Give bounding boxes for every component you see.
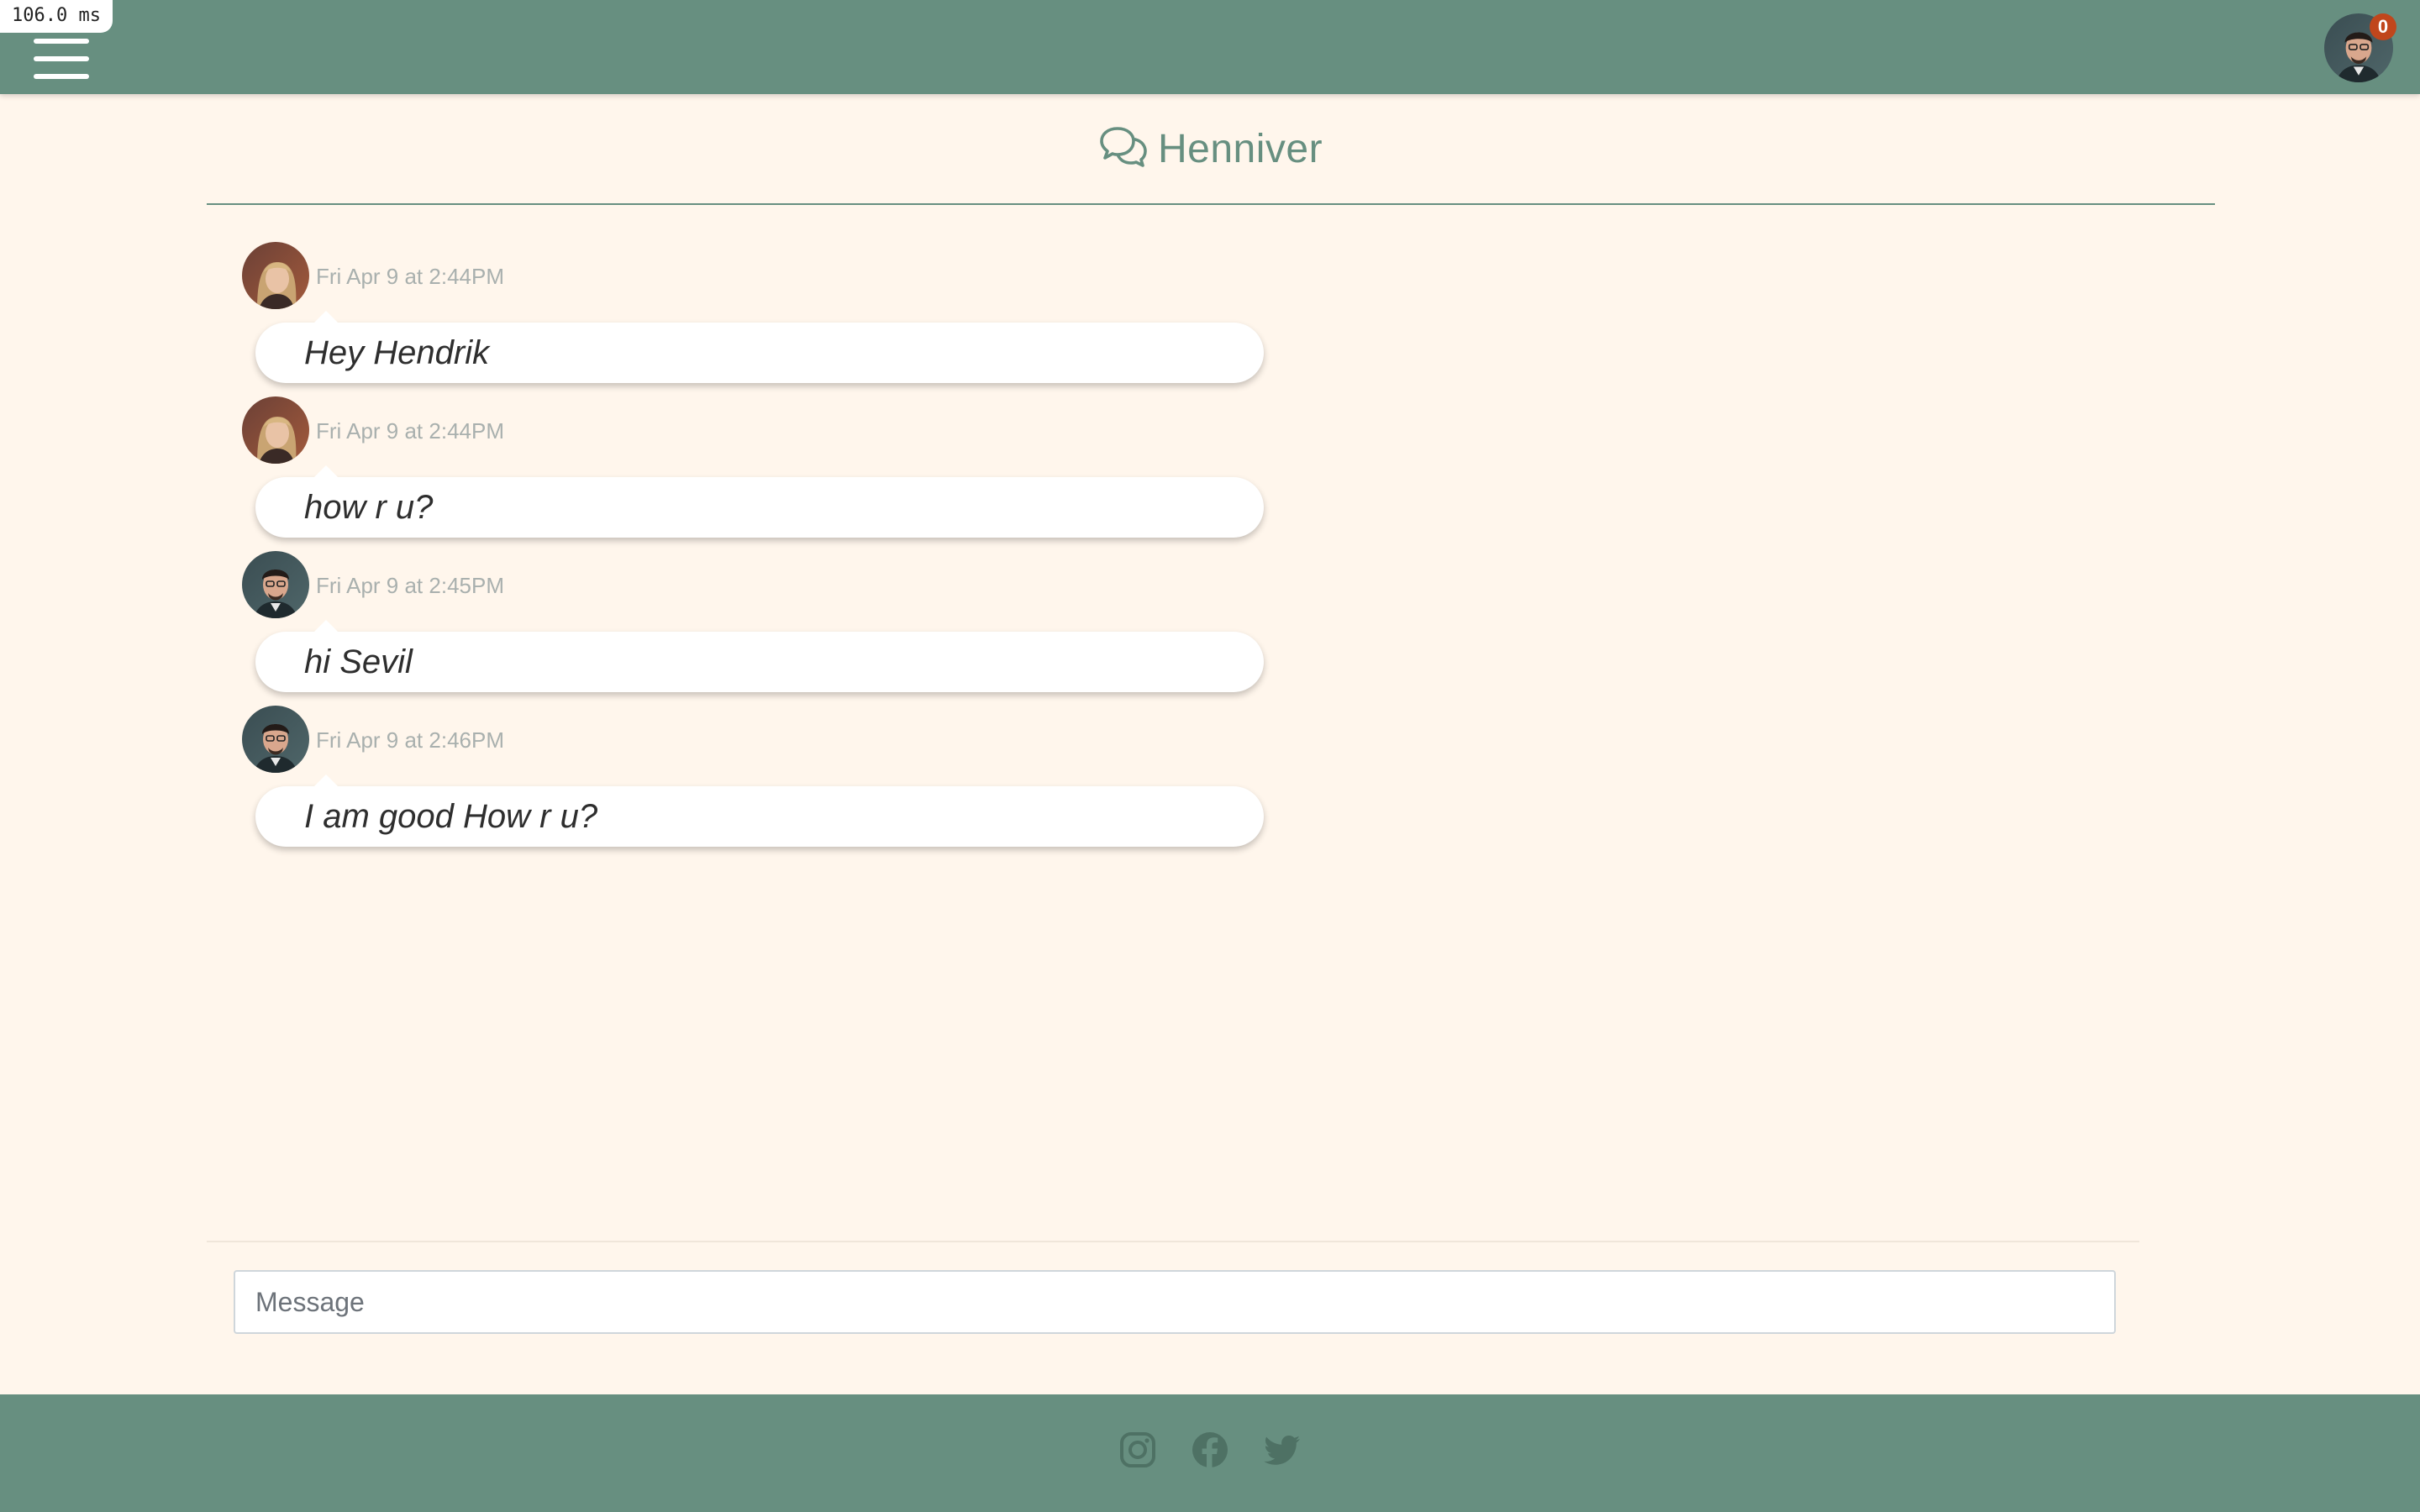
notification-count-badge: 0 <box>2370 13 2396 40</box>
message-bubble: Hey Hendrik <box>255 311 1264 383</box>
message-input[interactable] <box>234 1270 2116 1334</box>
chat-header: Henniver <box>207 94 2215 205</box>
hamburger-menu-icon[interactable] <box>34 39 89 79</box>
top-navigation-bar: 0 <box>0 0 2420 94</box>
message-timestamp: Fri Apr 9 at 2:44PM <box>316 264 504 289</box>
twitter-icon[interactable] <box>1263 1431 1302 1469</box>
sender-avatar <box>242 706 309 773</box>
composer-divider <box>207 1241 2139 1242</box>
message-bubble: how r u? <box>255 465 1264 538</box>
profile-button[interactable]: 0 <box>2324 13 2396 82</box>
performance-timer: 106.0 ms <box>0 0 113 33</box>
chat-title: Henniver <box>1157 126 1323 171</box>
sender-avatar <box>242 396 309 464</box>
facebook-icon[interactable] <box>1191 1431 1229 1469</box>
message-bubble: I am good How r u? <box>255 774 1264 847</box>
sender-avatar <box>242 242 309 309</box>
sender-avatar <box>242 551 309 618</box>
footer <box>0 1394 2420 1512</box>
message-timestamp: Fri Apr 9 at 2:45PM <box>316 573 504 598</box>
message-bubble: hi Sevil <box>255 620 1264 692</box>
message-timestamp: Fri Apr 9 at 2:44PM <box>316 418 504 444</box>
message-timestamp: Fri Apr 9 at 2:46PM <box>316 727 504 753</box>
instagram-icon[interactable] <box>1118 1431 1157 1469</box>
chat-bubbles-icon <box>1100 127 1147 167</box>
